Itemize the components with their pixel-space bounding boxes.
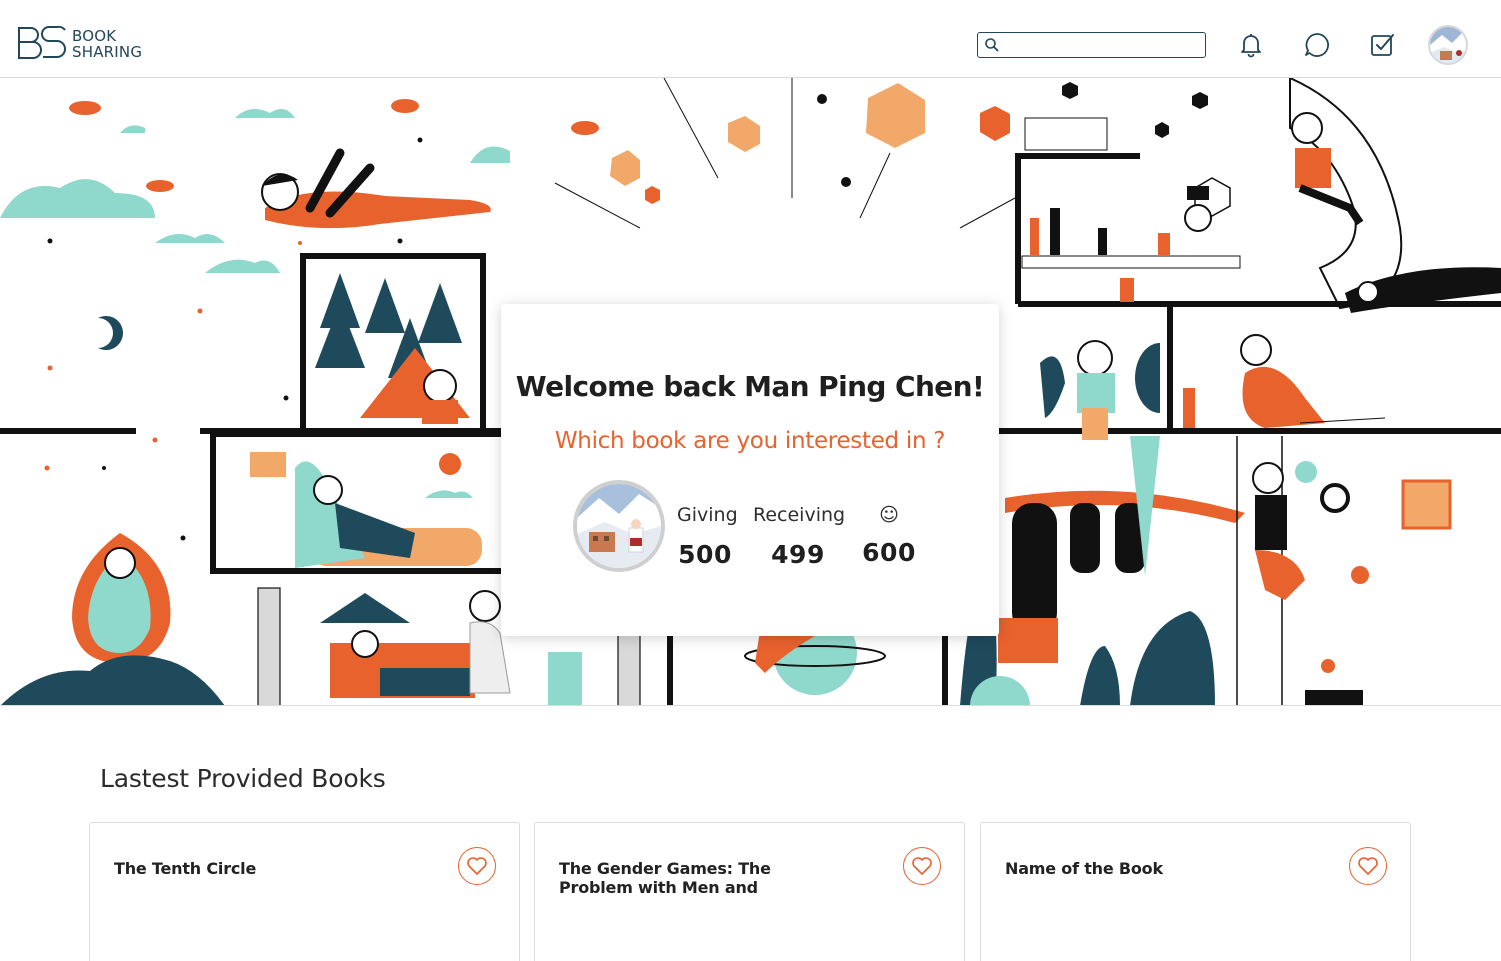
favorite-button[interactable] [903,847,941,885]
welcome-card: Welcome back Man Ping Chen! Which book a… [501,304,999,636]
logo-text-line1: BOOK [72,27,117,45]
search-box[interactable] [977,32,1206,58]
book-card[interactable]: Name of the Book [980,822,1411,961]
search-icon [985,38,999,52]
heart-icon [467,857,487,875]
bell-icon [1241,34,1261,58]
user-avatar[interactable] [1428,25,1468,65]
heart-icon [1358,857,1378,875]
welcome-title: Welcome back Man Ping Chen! [515,370,985,403]
book-card[interactable]: The Gender Games: The Problem with Men a… [534,822,965,961]
welcome-subtitle: Which book are you interested in ? [554,428,946,454]
favorite-button[interactable] [458,847,496,885]
stat-happy: ☺ 600 [859,504,919,567]
checkbox-icon [1371,34,1394,56]
profile-photo [577,484,661,568]
section-title: Lastest Provided Books [100,764,386,793]
top-navbar: BOOK SHARING [0,0,1501,78]
notifications-button[interactable] [1237,31,1265,59]
book-title[interactable]: The Tenth Circle [114,859,414,878]
favorite-button[interactable] [1349,847,1387,885]
hero-banner: Welcome back Man Ping Chen! Which book a… [0,78,1501,706]
stat-receiving-label: Receiving [753,504,846,526]
book-title[interactable]: The Gender Games: The Problem with Men a… [559,859,819,897]
profile-avatar[interactable] [573,480,665,572]
stat-receiving: Receiving 499 [753,504,846,569]
logo-text: BOOK SHARING [72,28,142,60]
smiley-icon: ☺ [879,504,899,526]
search-input[interactable] [1004,35,1199,54]
logo-text-line2: SHARING [72,43,143,61]
heart-icon [912,857,932,875]
book-card[interactable]: The Tenth Circle [89,822,520,961]
stat-happy-value: 600 [862,538,916,567]
stat-receiving-value: 499 [771,540,825,569]
logo[interactable]: BOOK SHARING [16,24,142,64]
stat-giving: Giving 500 [677,504,738,569]
avatar-image [1430,27,1466,63]
book-title[interactable]: Name of the Book [1005,859,1305,878]
chat-icon [1305,33,1329,57]
messages-button[interactable] [1303,31,1331,59]
bs-logo-icon [18,25,66,59]
tasks-button[interactable] [1369,31,1397,59]
stat-giving-value: 500 [678,540,732,569]
stat-giving-label: Giving [677,504,738,526]
